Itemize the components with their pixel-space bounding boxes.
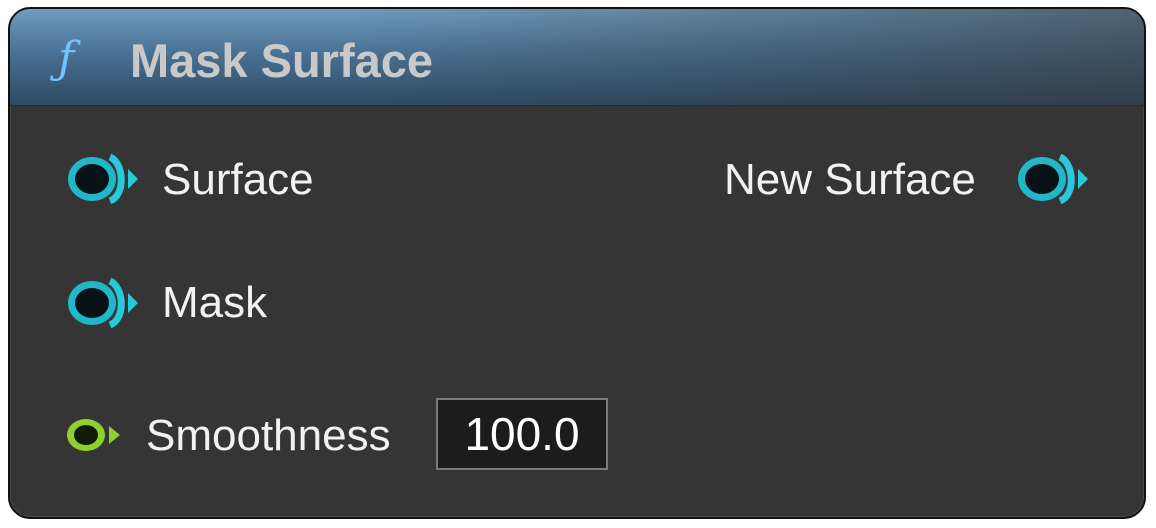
mask-surface-node[interactable]: ƒ Mask Surface Surface New Surface Mask …	[8, 7, 1146, 519]
function-icon: ƒ	[58, 33, 75, 84]
new-surface-output-pin-icon[interactable]	[1014, 149, 1090, 209]
smoothness-input-label: Smoothness	[146, 411, 391, 460]
surface-input-label: Surface	[162, 155, 314, 204]
new-surface-output-label: New Surface	[724, 155, 976, 204]
node-title: Mask Surface	[130, 34, 434, 87]
surface-input-pin-icon[interactable]	[64, 149, 140, 209]
smoothness-value-field[interactable]: 100.0	[436, 398, 608, 470]
mask-input-pin-icon[interactable]	[64, 273, 140, 333]
smoothness-input-pin-icon[interactable]	[64, 415, 124, 455]
mask-input-label: Mask	[162, 278, 268, 327]
